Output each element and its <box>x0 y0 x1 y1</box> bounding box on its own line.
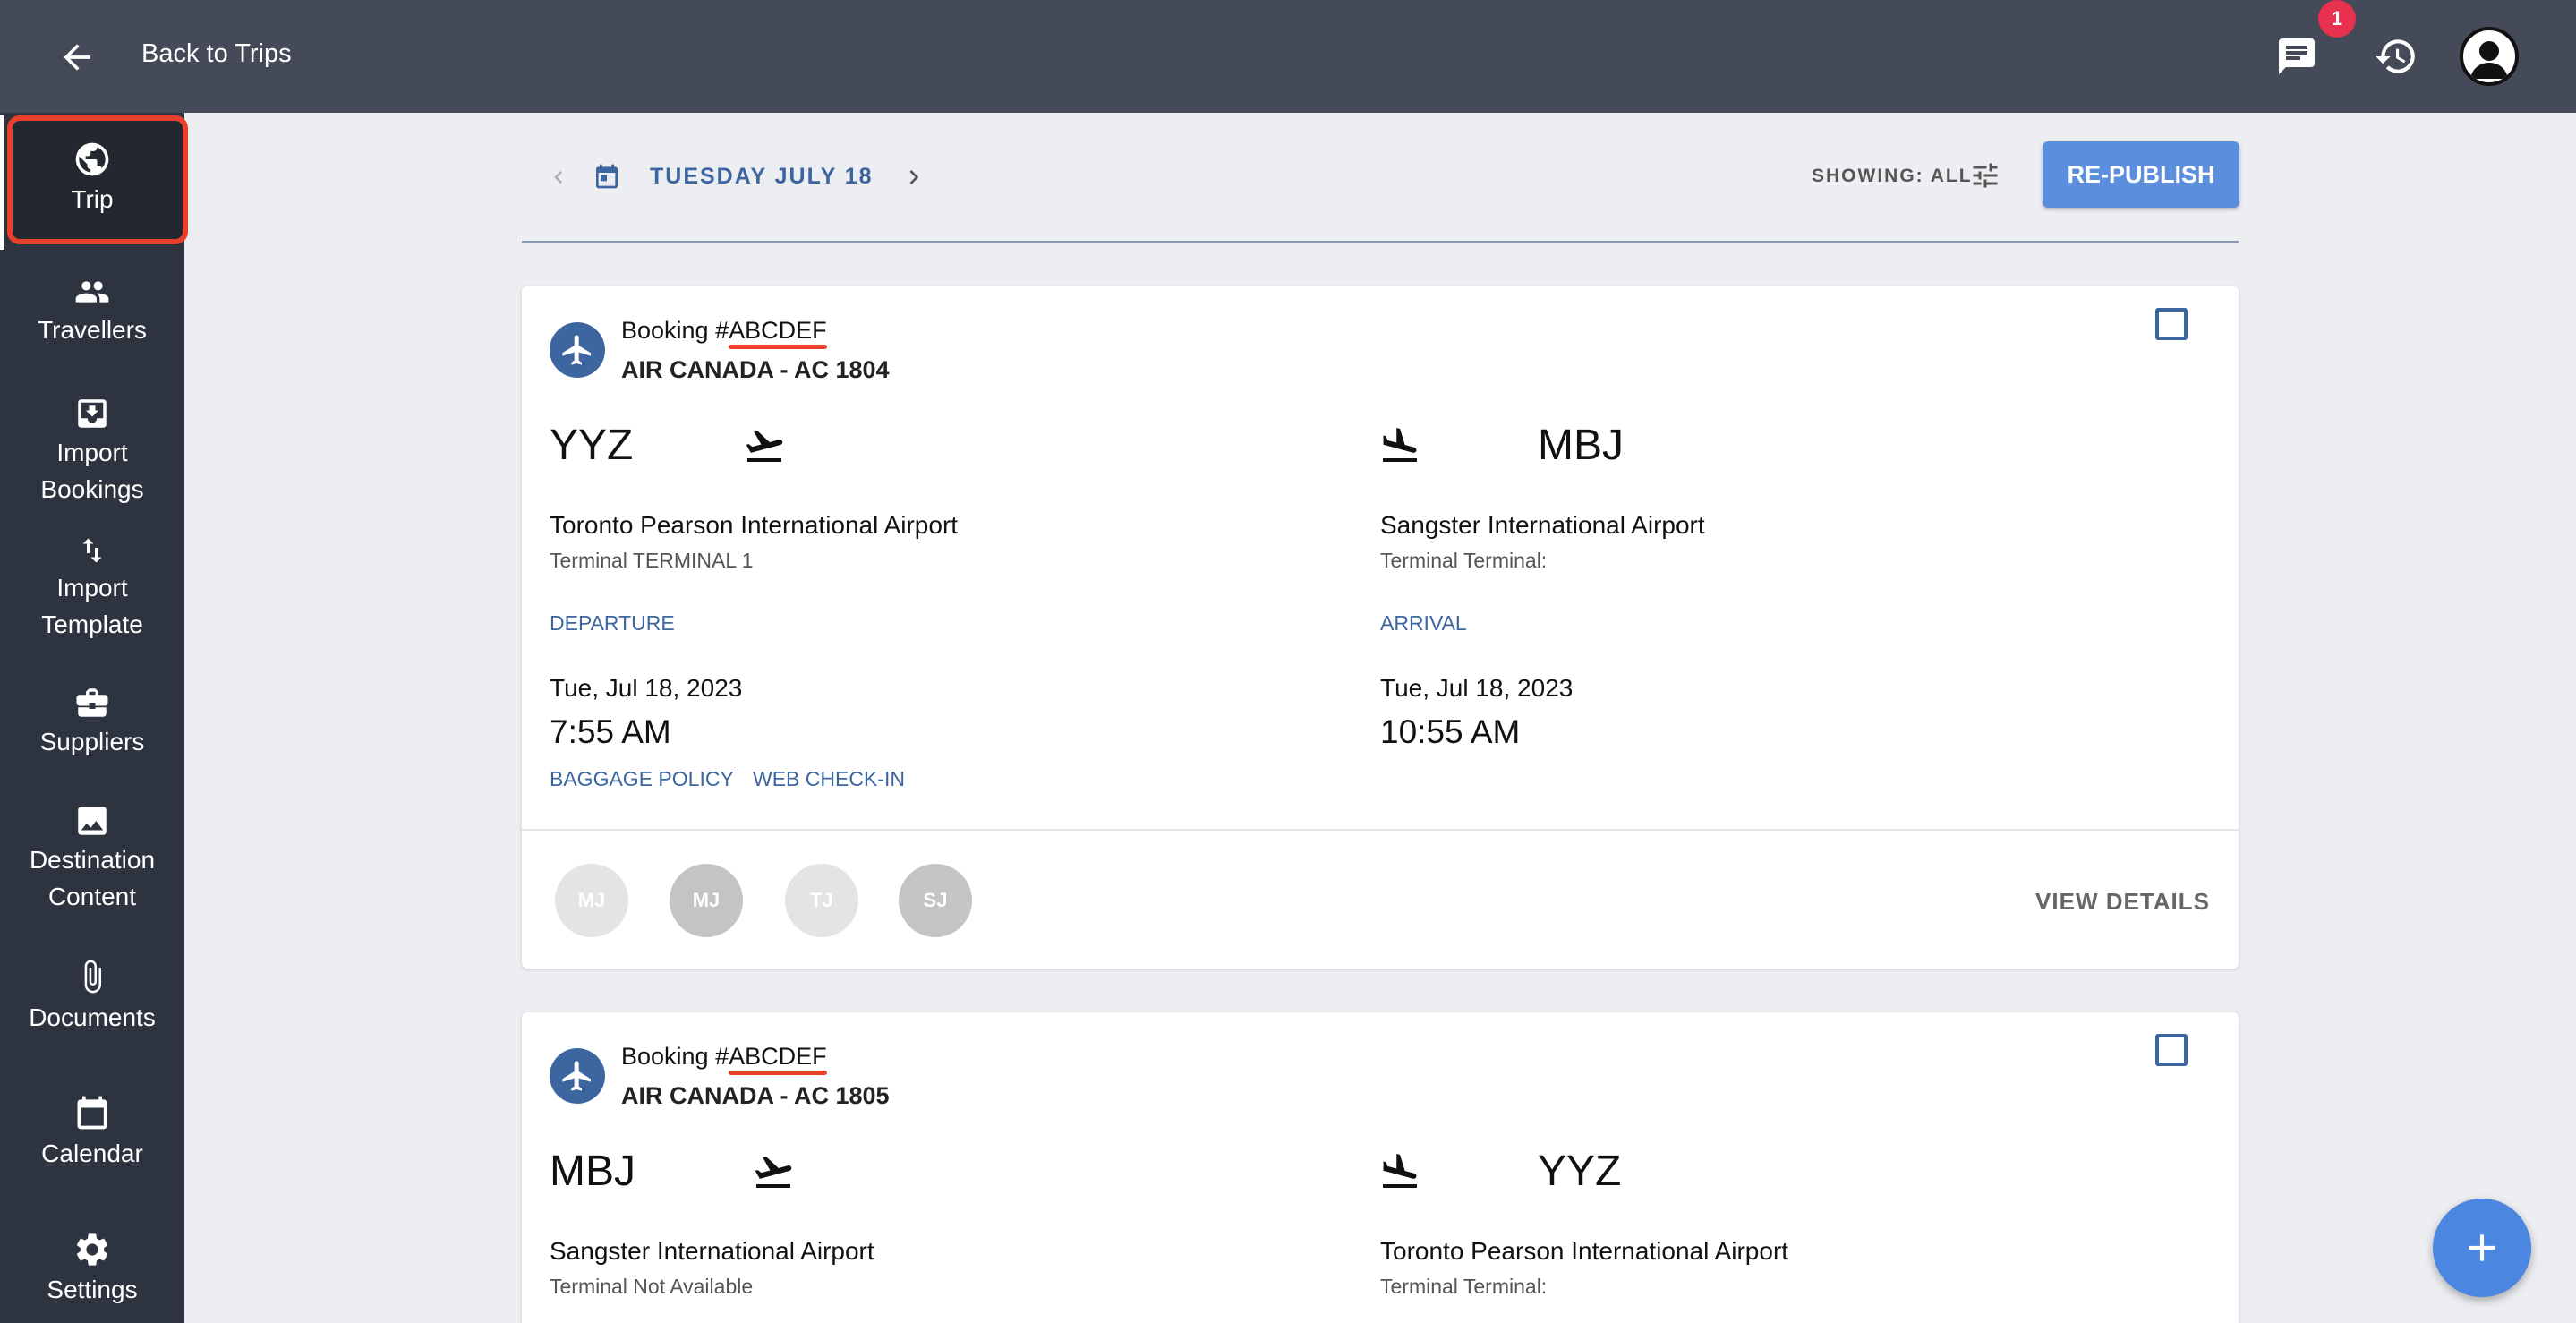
user-avatar[interactable] <box>2460 27 2519 86</box>
traveller-avatar[interactable]: SJ <box>899 864 972 937</box>
paperclip-icon <box>84 960 101 994</box>
back-arrow-icon[interactable] <box>57 38 97 77</box>
departure-time: 7:55 AM <box>550 713 671 750</box>
people-icon <box>75 281 109 303</box>
departure-date: Tue, Jul 18, 2023 <box>550 674 743 702</box>
calendar-icon[interactable] <box>593 161 621 192</box>
takeoff-icon <box>746 431 783 462</box>
filter-tune-icon[interactable] <box>1969 159 2001 192</box>
booking-code: ABCDEF <box>729 1043 827 1070</box>
history-icon[interactable] <box>2372 32 2420 81</box>
select-checkbox[interactable] <box>2155 1034 2188 1066</box>
airline-flight: AIR CANADA - AC 1804 <box>621 356 890 383</box>
globe-icon <box>75 142 109 176</box>
top-bar: Back to Trips 1 <box>0 0 2576 113</box>
sidebar-item-calendar[interactable]: Calendar <box>0 1092 184 1172</box>
booking-title: Booking #ABCDEF <box>621 317 827 345</box>
add-button[interactable] <box>2433 1199 2531 1297</box>
sidebar-item-label: Suppliers <box>39 728 145 755</box>
destination-code: MBJ <box>1538 422 1624 469</box>
booking-title: Booking #ABCDEF <box>621 1043 827 1071</box>
sidebar-item-travellers[interactable]: Travellers <box>0 274 184 348</box>
next-date-icon[interactable] <box>900 161 928 193</box>
landing-icon <box>1383 428 1417 462</box>
arrival-time: 10:55 AM <box>1380 713 1521 750</box>
origin-terminal: Terminal Not Available <box>550 1275 754 1298</box>
traveller-avatar[interactable]: TJ <box>785 864 858 937</box>
origin-airport: Toronto Pearson International Airport <box>550 511 959 539</box>
sidebar-item-destination-content[interactable]: Destination Content <box>0 802 184 915</box>
sidebar: Trip Travellers Import Bookings Import T… <box>0 113 188 1323</box>
sidebar-item-settings[interactable]: Settings <box>0 1230 184 1308</box>
destination-code: YYZ <box>1538 1148 1622 1195</box>
takeoff-icon <box>755 1157 792 1188</box>
gear-icon <box>76 1233 108 1266</box>
destination-terminal: Terminal Terminal: <box>1380 1275 1548 1298</box>
card-divider <box>522 829 2239 831</box>
sidebar-item-trip[interactable]: Trip <box>0 140 184 218</box>
airline-flight: AIR CANADA - AC 1805 <box>621 1082 890 1109</box>
showing-filter-label[interactable]: SHOWING: ALL <box>1812 166 1973 187</box>
notification-badge: 1 <box>2318 0 2356 38</box>
booking-card: Booking #ABCDEF AIR CANADA - AC 1805 MBJ… <box>522 1012 2239 1323</box>
traveller-avatar[interactable]: MJ <box>555 864 628 937</box>
view-details-button[interactable]: VIEW DETAILS <box>2035 888 2210 916</box>
swap-vertical-icon <box>82 538 102 563</box>
booking-code: ABCDEF <box>729 317 827 344</box>
sidebar-item-label: Destination Content <box>29 846 156 910</box>
destination-airport: Sangster International Airport <box>1380 511 1705 539</box>
sidebar-item-import-template[interactable]: Import Template <box>0 533 184 643</box>
briefcase-icon <box>76 688 108 717</box>
calendar-icon <box>77 1096 107 1130</box>
republish-button[interactable]: RE-PUBLISH <box>2043 141 2239 208</box>
import-icon <box>78 399 107 428</box>
booking-card: Booking #ABCDEF AIR CANADA - AC 1804 YYZ… <box>522 286 2239 969</box>
select-checkbox[interactable] <box>2155 308 2188 340</box>
sidebar-item-label: Travellers <box>38 316 147 344</box>
origin-code: MBJ <box>550 1148 635 1195</box>
sidebar-item-suppliers[interactable]: Suppliers <box>0 684 184 760</box>
plus-icon <box>2469 1234 2495 1261</box>
sidebar-item-label: Calendar <box>41 1139 143 1167</box>
origin-code: YYZ <box>550 422 634 469</box>
sidebar-item-import-bookings[interactable]: Import Bookings <box>0 395 184 508</box>
booking-prefix: Booking # <box>621 1043 729 1070</box>
sidebar-item-label: Import Template <box>41 574 143 638</box>
arrival-label: ARRIVAL <box>1380 611 1467 635</box>
traveller-avatar[interactable]: MJ <box>670 864 743 937</box>
image-icon <box>78 807 107 835</box>
flight-icon <box>550 1048 605 1104</box>
destination-terminal: Terminal Terminal: <box>1380 549 1548 572</box>
arrival-date: Tue, Jul 18, 2023 <box>1380 674 1574 702</box>
sidebar-item-label: Import Bookings <box>40 439 144 503</box>
date-divider <box>522 241 2239 243</box>
baggage-policy-link[interactable]: BAGGAGE POLICY <box>550 767 734 791</box>
back-to-trips-link[interactable]: Back to Trips <box>141 39 292 69</box>
landing-icon <box>1383 1154 1417 1188</box>
chat-icon[interactable] <box>2273 32 2321 81</box>
origin-terminal: Terminal TERMINAL 1 <box>550 549 754 572</box>
sidebar-item-label: Documents <box>29 1003 156 1031</box>
booking-prefix: Booking # <box>621 317 729 344</box>
current-date[interactable]: TUESDAY JULY 18 <box>650 164 874 190</box>
origin-airport: Sangster International Airport <box>550 1237 874 1265</box>
sidebar-item-label: Settings <box>47 1276 138 1303</box>
flight-icon <box>550 322 605 378</box>
departure-label: DEPARTURE <box>550 611 675 635</box>
prev-date-icon[interactable] <box>546 161 571 193</box>
sidebar-item-label: Trip <box>71 185 114 213</box>
destination-airport: Toronto Pearson International Airport <box>1380 1237 1789 1265</box>
sidebar-item-documents[interactable]: Documents <box>0 956 184 1036</box>
web-checkin-link[interactable]: WEB CHECK-IN <box>753 767 905 791</box>
